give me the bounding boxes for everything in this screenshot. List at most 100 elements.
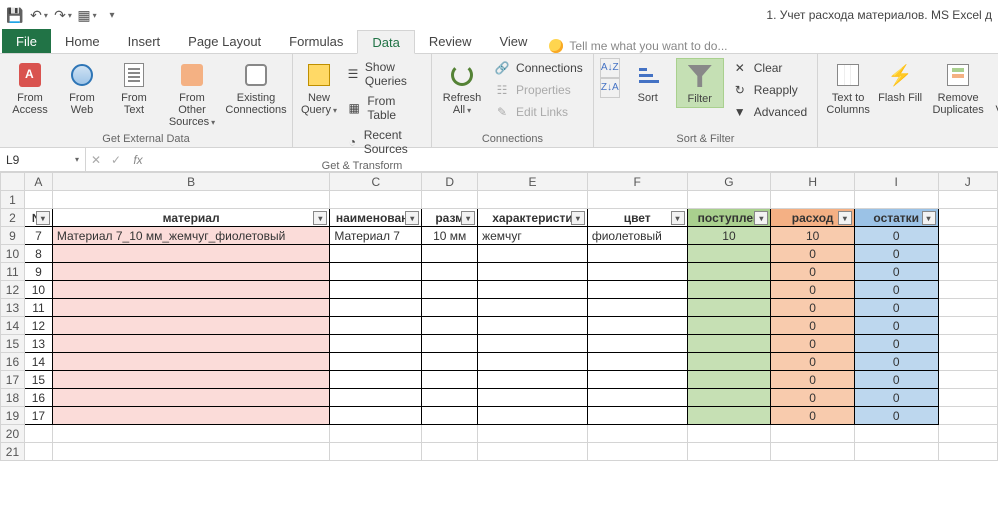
cell[interactable] [422, 371, 478, 389]
cell[interactable] [587, 299, 687, 317]
cell[interactable] [330, 425, 422, 443]
cell[interactable] [330, 407, 422, 425]
formula-input[interactable] [150, 148, 998, 171]
col-header[interactable]: C [330, 173, 422, 191]
header-rest[interactable]: остатки [854, 209, 938, 227]
col-header[interactable]: G [687, 173, 771, 191]
cell[interactable] [478, 407, 588, 425]
cell[interactable] [687, 281, 771, 299]
cell[interactable]: 16 [24, 389, 52, 407]
cell[interactable]: 0 [771, 299, 855, 317]
cell[interactable] [24, 191, 52, 209]
header-color[interactable]: цвет [587, 209, 687, 227]
cell[interactable] [478, 389, 588, 407]
col-header[interactable]: A [24, 173, 52, 191]
cell[interactable] [687, 407, 771, 425]
cell[interactable]: Материал 7 [330, 227, 422, 245]
cell[interactable]: 0 [854, 353, 938, 371]
row-header[interactable]: 11 [1, 263, 25, 281]
cell[interactable] [24, 425, 52, 443]
cell[interactable] [330, 335, 422, 353]
col-header[interactable]: F [587, 173, 687, 191]
connections-button[interactable]: 🔗Connections [490, 58, 587, 78]
cell[interactable]: 10 [24, 281, 52, 299]
tab-review[interactable]: Review [415, 29, 486, 53]
filter-dropdown-icon[interactable] [313, 211, 327, 225]
cell[interactable] [478, 263, 588, 281]
cell[interactable]: 0 [854, 263, 938, 281]
cell[interactable] [587, 407, 687, 425]
header-char[interactable]: характеристи [478, 209, 588, 227]
cell[interactable] [422, 389, 478, 407]
existing-connections-button[interactable]: Existing Connections [226, 58, 286, 118]
filter-dropdown-icon[interactable] [922, 211, 936, 225]
cell[interactable] [478, 371, 588, 389]
cell[interactable] [687, 263, 771, 281]
filter-dropdown-icon[interactable] [754, 211, 768, 225]
row-header[interactable]: 15 [1, 335, 25, 353]
cell[interactable] [938, 191, 997, 209]
qat-grid-icon[interactable]: ▦▾ [78, 4, 96, 26]
cell[interactable] [330, 353, 422, 371]
cell[interactable] [478, 353, 588, 371]
cell[interactable] [52, 245, 329, 263]
cell[interactable] [422, 281, 478, 299]
cell[interactable] [687, 443, 771, 461]
cell[interactable]: 10 мм [422, 227, 478, 245]
col-header[interactable]: D [422, 173, 478, 191]
cell[interactable] [938, 389, 997, 407]
remove-duplicates-button[interactable]: Remove Duplicates [928, 58, 988, 118]
sort-az-button[interactable]: A↓Z [600, 58, 620, 78]
cell[interactable] [422, 191, 478, 209]
cell[interactable] [938, 353, 997, 371]
cell[interactable] [587, 263, 687, 281]
cell[interactable] [938, 245, 997, 263]
tab-formulas[interactable]: Formulas [275, 29, 357, 53]
from-access-button[interactable]: From Access [6, 58, 54, 118]
from-text-button[interactable]: From Text [110, 58, 158, 118]
cell[interactable] [938, 335, 997, 353]
cell[interactable] [330, 371, 422, 389]
cell[interactable] [478, 281, 588, 299]
cell[interactable] [330, 191, 422, 209]
cell[interactable] [422, 299, 478, 317]
row-header[interactable]: 21 [1, 443, 25, 461]
from-table-button[interactable]: ▦From Table [343, 92, 425, 124]
cell[interactable] [938, 443, 997, 461]
cell[interactable] [478, 443, 588, 461]
cell[interactable] [771, 425, 855, 443]
new-query-button[interactable]: New Query▾ [299, 58, 339, 119]
cell[interactable] [587, 389, 687, 407]
cell[interactable] [52, 299, 329, 317]
cell[interactable] [422, 425, 478, 443]
cell[interactable] [478, 425, 588, 443]
cell[interactable] [687, 191, 771, 209]
col-header[interactable]: J [938, 173, 997, 191]
cell[interactable] [52, 263, 329, 281]
sort-button[interactable]: Sort [624, 58, 672, 106]
cell[interactable] [687, 245, 771, 263]
redo-icon[interactable]: ↷▾ [54, 4, 72, 26]
cell[interactable] [854, 191, 938, 209]
cell[interactable] [587, 425, 687, 443]
cell[interactable]: 0 [854, 281, 938, 299]
col-header[interactable]: B [52, 173, 329, 191]
cell[interactable] [478, 335, 588, 353]
cell[interactable]: 0 [854, 245, 938, 263]
cell[interactable]: 0 [771, 407, 855, 425]
row-header[interactable]: 20 [1, 425, 25, 443]
tab-data[interactable]: Data [357, 30, 414, 54]
cell[interactable] [587, 191, 687, 209]
row-header[interactable]: 13 [1, 299, 25, 317]
cell[interactable] [938, 317, 997, 335]
cell[interactable] [52, 389, 329, 407]
sort-za-button[interactable]: Z↓A [600, 78, 620, 98]
row-header[interactable]: 2 [1, 209, 25, 227]
data-validation-button[interactable]: ✔ Dat Validati [992, 58, 998, 118]
cell[interactable] [587, 245, 687, 263]
row-header[interactable]: 9 [1, 227, 25, 245]
cell[interactable]: 7 [24, 227, 52, 245]
cell[interactable]: 8 [24, 245, 52, 263]
cell[interactable] [587, 371, 687, 389]
cell[interactable] [330, 389, 422, 407]
